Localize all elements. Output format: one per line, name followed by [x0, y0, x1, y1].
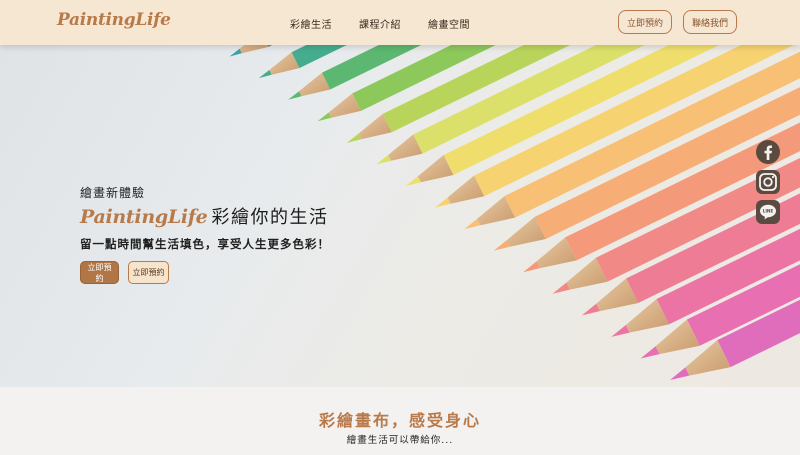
line-icon[interactable]: LINE — [756, 200, 780, 224]
hero-title-brand: PaintingLife — [80, 206, 208, 228]
book-now-button[interactable]: 立即預約 — [618, 10, 672, 34]
pencil-lead — [258, 69, 272, 79]
pencil-lead — [229, 48, 242, 57]
contact-us-button[interactable]: 聯絡我們 — [683, 10, 737, 34]
nav-link-courses[interactable]: 課程介紹 — [359, 16, 401, 31]
top-navbar: PaintingLife 彩繪生活 課程介紹 繪畫空間 立即預約 聯絡我們 — [0, 0, 800, 45]
pencil-lead — [346, 133, 362, 143]
hero-banner: 繪畫新體驗 PaintingLife 彩繪你的生活 留一點時間幫生活填色，享受人生… — [0, 45, 800, 387]
instagram-icon[interactable] — [756, 170, 780, 194]
svg-text:LINE: LINE — [763, 209, 774, 214]
hero-subtitle: 留一點時間幫生活填色，享受人生更多色彩！ — [80, 237, 330, 251]
pencil-lead — [405, 176, 421, 186]
facebook-icon[interactable] — [756, 140, 780, 164]
pencil-lead — [435, 197, 451, 208]
nav-link-painting-life[interactable]: 彩繪生活 — [290, 16, 332, 31]
pencil-lead — [288, 91, 302, 100]
pencil-lead — [317, 112, 332, 122]
hero-book-button[interactable]: 立即預約 — [80, 261, 119, 284]
pencil-lead — [464, 218, 481, 230]
hero-kicker: 繪畫新體驗 — [80, 186, 146, 200]
section-title: 彩繪畫布，感受身心 — [318, 411, 481, 430]
logo[interactable]: PaintingLife — [57, 10, 171, 30]
hero-book-button-secondary[interactable]: 立即預約 — [128, 261, 169, 284]
pencil-wood — [239, 45, 269, 54]
hero-title: PaintingLife 彩繪你的生活 — [80, 203, 328, 233]
section-subtitle: 繪畫生活可以帶給你... — [346, 435, 454, 446]
hero-title-text: 彩繪你的生活 — [211, 207, 329, 228]
pencil-lead — [376, 154, 391, 165]
nav-link-painting-space[interactable]: 繪畫空間 — [428, 16, 470, 31]
